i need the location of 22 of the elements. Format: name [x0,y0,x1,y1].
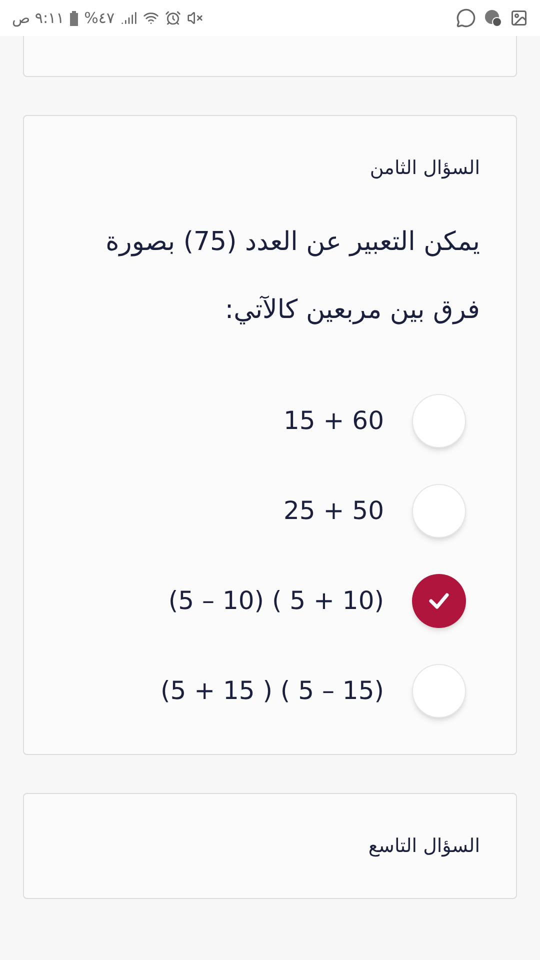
question-title: السؤال التاسع [367,834,480,859]
option-label: (5 – 10) ( 5 + 10) [168,585,384,618]
alarm-icon [164,10,181,26]
chat-bubble-icon [456,8,476,28]
chat-badge-icon [484,9,502,27]
battery-percent: %٤٧ [84,8,115,29]
radio-button[interactable] [412,574,466,628]
mute-icon [186,10,203,26]
radio-button[interactable] [412,664,466,718]
option-label: 25 + 50 [284,495,384,528]
battery-icon [70,10,78,26]
check-icon [428,592,450,610]
question-text: يمكن التعبير عن العدد (75) بصورة فرق بين مربعين كالآتي: [104,226,480,327]
radio-button[interactable] [412,484,466,538]
clock-text: ٩:١١ ص [12,8,64,29]
wifi-icon [142,10,159,26]
option-label: (5 + 15 ) ( 5 – 15) [160,675,384,708]
question-title: السؤال الثامن [368,156,480,181]
image-icon [510,9,528,27]
signal-icon [120,10,137,26]
radio-button[interactable] [412,394,466,448]
option-label: 15 + 60 [284,405,384,438]
